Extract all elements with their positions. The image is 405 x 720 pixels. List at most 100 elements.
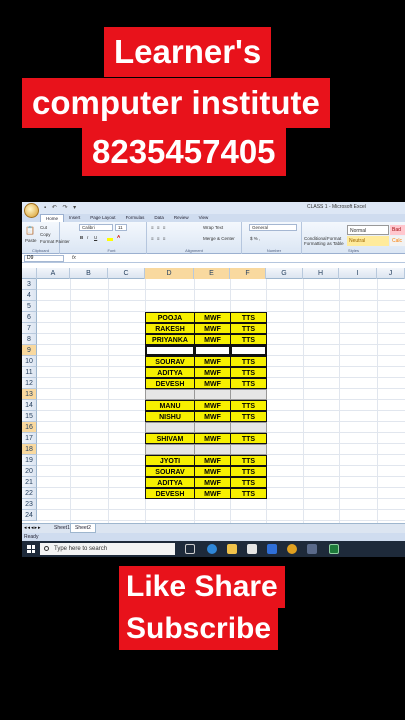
cell-F9[interactable] <box>230 345 267 356</box>
row-header-6[interactable]: 6 <box>22 312 37 323</box>
cell-D10[interactable]: SOURAV <box>145 356 195 367</box>
row-header-24[interactable]: 24 <box>22 510 37 521</box>
cell-D22[interactable]: DEVESH <box>145 488 195 499</box>
cell-F21[interactable]: TTS <box>230 477 267 488</box>
column-header-F[interactable]: F <box>230 268 266 279</box>
cell-D9[interactable] <box>145 345 195 356</box>
cell-F10[interactable]: TTS <box>230 356 267 367</box>
ribbon-tab-view[interactable]: View <box>194 214 214 222</box>
cell-F17[interactable]: TTS <box>230 433 267 444</box>
font-color-icon[interactable]: A <box>117 234 120 239</box>
column-header-A[interactable]: A <box>37 268 70 279</box>
cell-D20[interactable]: SOURAV <box>145 466 195 477</box>
ribbon-tab-home[interactable]: Home <box>40 214 65 222</box>
store-icon[interactable] <box>247 544 257 554</box>
cell-F16[interactable] <box>230 422 267 433</box>
file-explorer-icon[interactable] <box>227 544 237 554</box>
align-icons[interactable]: ≡ ≡ ≡ <box>151 225 166 230</box>
italic-button[interactable]: I <box>87 235 88 240</box>
select-all-corner[interactable] <box>22 268 37 279</box>
column-header-E[interactable]: E <box>194 268 230 279</box>
quick-access-toolbar[interactable]: ▪ ↶ ↷ ▾ <box>44 204 78 211</box>
row-header-9[interactable]: 9 <box>22 345 37 356</box>
cell-D13[interactable] <box>145 389 195 400</box>
row-header-12[interactable]: 12 <box>22 378 37 389</box>
cell-F18[interactable] <box>230 444 267 455</box>
cell-E13[interactable] <box>194 389 231 400</box>
name-box[interactable]: D9 <box>24 255 64 262</box>
row-header-22[interactable]: 22 <box>22 488 37 499</box>
row-header-5[interactable]: 5 <box>22 301 37 312</box>
sheet-tab-2[interactable]: Sheet2 <box>70 524 96 533</box>
cell-F11[interactable]: TTS <box>230 367 267 378</box>
row-header-11[interactable]: 11 <box>22 367 37 378</box>
row-header-3[interactable]: 3 <box>22 279 37 290</box>
cell-E12[interactable]: MWF <box>194 378 231 389</box>
fx-icon[interactable]: fx <box>72 255 76 261</box>
row-header-15[interactable]: 15 <box>22 411 37 422</box>
cell-D15[interactable]: NISHU <box>145 411 195 422</box>
row-header-7[interactable]: 7 <box>22 323 37 334</box>
cell-F8[interactable]: TTS <box>230 334 267 345</box>
cell-F7[interactable]: TTS <box>230 323 267 334</box>
cell-E6[interactable]: MWF <box>194 312 231 323</box>
excel-taskbar-icon[interactable] <box>329 544 339 554</box>
currency-icons[interactable]: $ % , <box>250 236 260 241</box>
cell-E9[interactable] <box>194 345 231 356</box>
paste-button[interactable]: Paste <box>25 238 37 243</box>
row-header-14[interactable]: 14 <box>22 400 37 411</box>
font-size-select[interactable]: 11 <box>115 224 127 231</box>
copy-button[interactable]: Copy <box>40 232 51 237</box>
ribbon-tab-data[interactable]: Data <box>149 214 169 222</box>
ribbon-tab-review[interactable]: Review <box>169 214 194 222</box>
underline-button[interactable]: U <box>94 235 97 240</box>
chrome-icon[interactable] <box>287 544 297 554</box>
sheet-nav-icons[interactable]: ◂◂◂▸▸ <box>24 525 42 531</box>
paste-icon[interactable]: 📋 <box>25 226 35 235</box>
fill-color-icon[interactable] <box>107 238 113 241</box>
cell-F15[interactable]: TTS <box>230 411 267 422</box>
cell-E16[interactable] <box>194 422 231 433</box>
row-header-21[interactable]: 21 <box>22 477 37 488</box>
merge-center-button[interactable]: Merge & Center <box>203 236 235 241</box>
row-header-13[interactable]: 13 <box>22 389 37 400</box>
cell-D8[interactable]: PRIYANKA <box>145 334 195 345</box>
column-header-C[interactable]: C <box>108 268 145 279</box>
cell-D7[interactable]: RAKESH <box>145 323 195 334</box>
column-header-G[interactable]: G <box>266 268 303 279</box>
column-header-J[interactable]: J <box>377 268 405 279</box>
edge-icon[interactable] <box>207 544 217 554</box>
row-header-20[interactable]: 20 <box>22 466 37 477</box>
wrap-text-button[interactable]: Wrap Text <box>203 225 223 230</box>
cell-E18[interactable] <box>194 444 231 455</box>
cell-E15[interactable]: MWF <box>194 411 231 422</box>
justify-icons[interactable]: ≡ ≡ ≡ <box>151 236 166 241</box>
cell-F12[interactable]: TTS <box>230 378 267 389</box>
ribbon-tab-formulas[interactable]: Formulas <box>121 214 150 222</box>
cell-D14[interactable]: MANU <box>145 400 195 411</box>
row-header-17[interactable]: 17 <box>22 433 37 444</box>
column-header-D[interactable]: D <box>145 268 194 279</box>
cell-F19[interactable]: TTS <box>230 455 267 466</box>
column-header-I[interactable]: I <box>339 268 377 279</box>
cell-E22[interactable]: MWF <box>194 488 231 499</box>
task-view-icon[interactable] <box>185 544 195 554</box>
row-header-10[interactable]: 10 <box>22 356 37 367</box>
cell-E10[interactable]: MWF <box>194 356 231 367</box>
cell-E8[interactable]: MWF <box>194 334 231 345</box>
cell-D16[interactable] <box>145 422 195 433</box>
cell-E17[interactable]: MWF <box>194 433 231 444</box>
number-format-select[interactable]: General <box>249 224 297 231</box>
ribbon-tab-page-layout[interactable]: Page Layout <box>85 214 120 222</box>
mail-icon[interactable] <box>267 544 277 554</box>
column-header-H[interactable]: H <box>303 268 339 279</box>
row-header-8[interactable]: 8 <box>22 334 37 345</box>
cell-E7[interactable]: MWF <box>194 323 231 334</box>
row-header-16[interactable]: 16 <box>22 422 37 433</box>
row-header-23[interactable]: 23 <box>22 499 37 510</box>
cell-F22[interactable]: TTS <box>230 488 267 499</box>
cell-E11[interactable]: MWF <box>194 367 231 378</box>
office-button-icon[interactable] <box>24 203 39 218</box>
cell-D11[interactable]: ADITYA <box>145 367 195 378</box>
ribbon-tab-insert[interactable]: Insert <box>64 214 85 222</box>
